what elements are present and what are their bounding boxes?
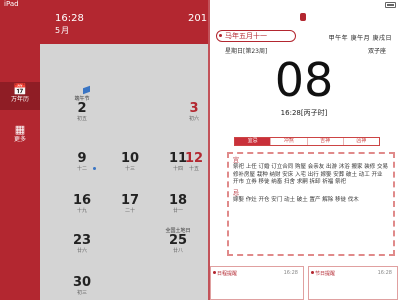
calendar-day[interactable]: 30 初三 bbox=[62, 270, 102, 297]
ji-heading: 忌 bbox=[233, 189, 240, 197]
calendar-day[interactable]: 全国土地日 25 廿八 bbox=[158, 228, 198, 255]
hour-info: 16:28[丙子时] bbox=[280, 109, 328, 117]
lunar-date: 十五 bbox=[188, 166, 199, 172]
card-time: 16:28 bbox=[377, 270, 392, 276]
calendar-day[interactable]: 17 二十 bbox=[110, 188, 150, 215]
day-number: 10 bbox=[120, 151, 140, 166]
lunar-date-label: 马年五月十一 bbox=[225, 32, 267, 40]
lunar-date-pill[interactable]: 马年五月十一 bbox=[216, 30, 296, 42]
month-calendar-pane: 16:28 5月 201 端午节 2 初五 9 十二 10 十三 11 十四 1… bbox=[40, 0, 208, 300]
reminder-card[interactable]: 日程提醒 16:28 bbox=[210, 266, 304, 300]
sidebar: 📅 万年历 ▦ 更多 bbox=[0, 0, 40, 300]
tab-xiongshen[interactable]: 凶神 bbox=[344, 138, 379, 145]
tab-jishen[interactable]: 吉神 bbox=[308, 138, 344, 145]
sidebar-item-calendar[interactable]: 📅 万年历 bbox=[0, 82, 40, 110]
lunar-date: 十九 bbox=[76, 208, 87, 214]
day-number: 30 bbox=[72, 275, 92, 290]
calendar-day[interactable]: 10 十三 bbox=[110, 146, 150, 173]
day-number: 2 bbox=[77, 101, 87, 116]
calendar-day[interactable]: 9 十二 bbox=[62, 146, 102, 173]
lunar-date: 初五 bbox=[76, 116, 87, 122]
flag-icon bbox=[83, 85, 90, 95]
day-number: 9 bbox=[77, 151, 87, 166]
yi-heading: 宜 bbox=[233, 157, 240, 164]
lunar-date: 廿八 bbox=[172, 248, 183, 254]
header-month: 5月 bbox=[55, 26, 71, 35]
day-number: 23 bbox=[72, 233, 92, 248]
ji-text: 嫁娶 作灶 开仓 安门 动土 破土 置产 解除 移徙 伐木 bbox=[233, 196, 359, 203]
calendar-day[interactable]: 端午节 2 初五 bbox=[62, 96, 102, 123]
lunar-date: 十二 bbox=[76, 166, 87, 172]
detail-tabs: 宜忌 冲煞 吉神 凶神 bbox=[234, 137, 380, 146]
calendar-day[interactable]: 23 廿六 bbox=[62, 228, 102, 255]
sidebar-item-label: 更多 bbox=[13, 136, 26, 143]
header-time: 16:28 bbox=[55, 13, 84, 24]
calendar-day[interactable]: 3 初六 bbox=[174, 96, 208, 123]
lunar-date: 十三 bbox=[124, 166, 135, 172]
yiji-box: 宜 祭祀 上任 订婚 订立合同 购屋 会亲友 出游 沐浴 搬家 装修 交易 修补… bbox=[227, 152, 395, 256]
day-number: 17 bbox=[120, 193, 140, 208]
calendar-day[interactable]: 12 十五 bbox=[174, 146, 208, 173]
calendar-day[interactable]: 16 十九 bbox=[62, 188, 102, 215]
ganzhi-label: 甲午年 庚午月 庚戌日 bbox=[328, 35, 392, 42]
calendar-day[interactable]: 18 廿一 bbox=[158, 188, 198, 215]
heart-icon bbox=[311, 271, 314, 274]
ornament-icon bbox=[300, 13, 306, 21]
sidebar-item-label: 万年历 bbox=[10, 96, 29, 103]
tab-yiji[interactable]: 宜忌 bbox=[235, 138, 272, 145]
sidebar-item-more[interactable]: ▦ 更多 bbox=[0, 124, 40, 150]
day-number: 18 bbox=[168, 193, 188, 208]
tab-chongsha[interactable]: 冲煞 bbox=[271, 138, 308, 145]
dot-icon bbox=[219, 34, 222, 37]
pane-divider bbox=[208, 0, 210, 300]
day-number: 3 bbox=[189, 101, 199, 116]
card-time: 16:28 bbox=[283, 270, 298, 276]
lunar-date: 初六 bbox=[188, 116, 199, 122]
lunar-date: 廿一 bbox=[172, 208, 183, 214]
reminder-card[interactable]: 节日提醒 16:28 bbox=[308, 266, 398, 300]
day-number: 16 bbox=[72, 193, 92, 208]
calendar-icon: 📅 bbox=[13, 83, 27, 96]
lunar-date: 廿六 bbox=[76, 248, 87, 254]
day-number-large: 08 bbox=[274, 53, 334, 107]
day-detail-pane: 马年五月十一 甲午年 庚午月 庚戌日 星期日[第23周] 双子座 08 16:2… bbox=[208, 0, 400, 300]
header-time-secondary: 201 bbox=[188, 13, 208, 24]
dot-icon bbox=[213, 271, 216, 274]
event-dot bbox=[93, 167, 96, 170]
grid-icon: ▦ bbox=[14, 123, 26, 136]
yi-text: 祭祀 上任 订婚 订立合同 购屋 会亲友 出游 沐浴 搬家 装修 交易 修补房屋… bbox=[233, 164, 388, 185]
day-number: 12 bbox=[184, 151, 204, 166]
day-number: 25 bbox=[168, 233, 188, 248]
lunar-date: 二十 bbox=[124, 208, 135, 214]
battery-icon bbox=[385, 2, 396, 8]
status-bar: iPad bbox=[0, 0, 400, 10]
device-label: iPad bbox=[4, 0, 19, 8]
lunar-date: 初三 bbox=[76, 290, 87, 296]
